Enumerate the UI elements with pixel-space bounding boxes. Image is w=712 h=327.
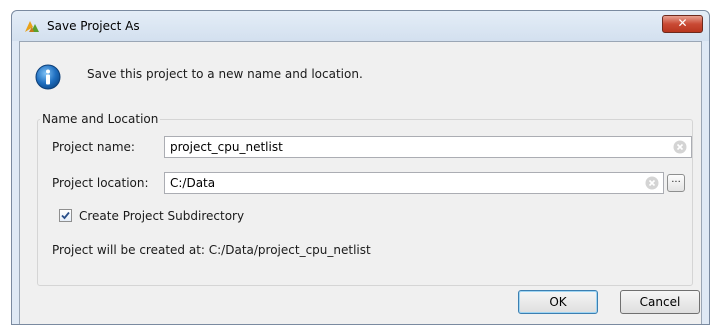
project-name-label: Project name: [52, 140, 135, 154]
project-name-input[interactable] [165, 137, 691, 157]
clear-field-icon[interactable] [645, 176, 659, 190]
dialog-message: Save this project to a new name and loca… [87, 67, 363, 81]
ok-button[interactable]: OK [518, 290, 598, 314]
group-legend: Name and Location [40, 112, 161, 126]
window-title: Save Project As [47, 19, 140, 33]
info-icon [35, 64, 61, 90]
project-name-field[interactable] [164, 136, 692, 158]
check-icon [61, 211, 70, 220]
browse-button[interactable]: ... [667, 174, 685, 192]
project-location-field[interactable] [164, 172, 664, 194]
project-location-label: Project location: [52, 176, 149, 190]
project-location-input[interactable] [165, 173, 663, 193]
create-subdir-checkbox[interactable] [59, 209, 72, 222]
title-bar[interactable]: Save Project As ✕ [12, 11, 709, 41]
create-subdir-label[interactable]: Create Project Subdirectory [79, 209, 244, 223]
project-path-preview: Project will be created at: C:/Data/proj… [52, 243, 371, 257]
clear-field-icon[interactable] [673, 140, 687, 154]
close-button[interactable]: ✕ [662, 15, 703, 33]
cancel-button[interactable]: Cancel [620, 290, 700, 314]
vivado-logo-icon [25, 21, 39, 32]
